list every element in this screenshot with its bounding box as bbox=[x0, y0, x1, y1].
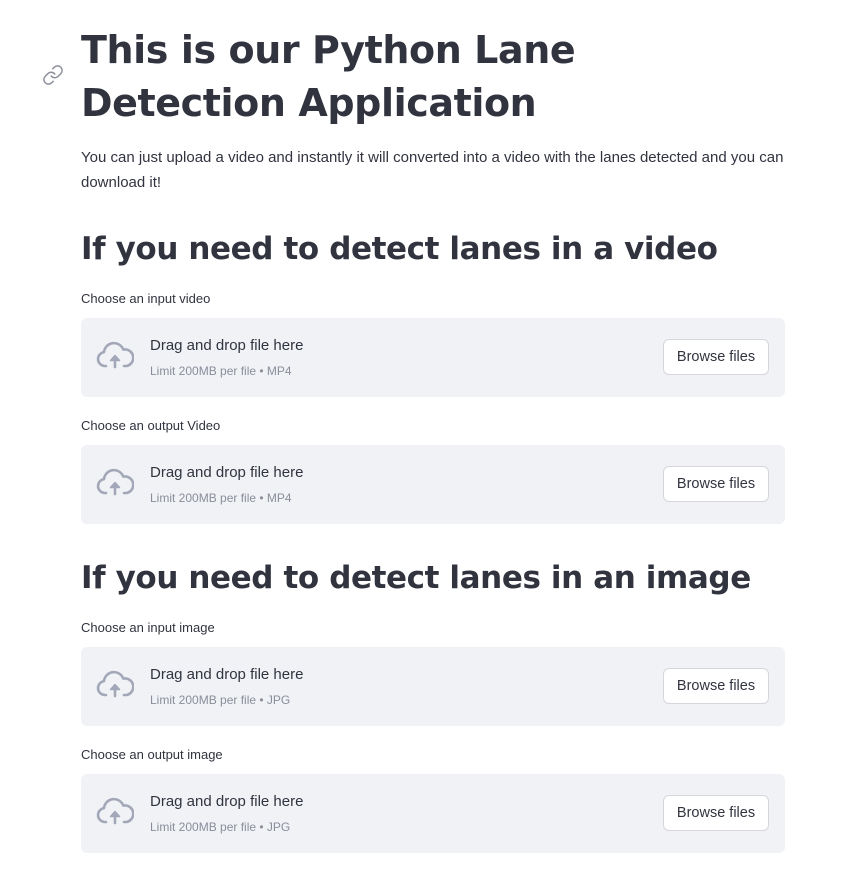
link-icon[interactable] bbox=[42, 64, 64, 86]
dropzone-limit-text: Limit 200MB per file • JPG bbox=[150, 693, 291, 707]
input-video-dropzone[interactable]: Drag and drop file here Limit 200MB per … bbox=[81, 318, 785, 397]
output-video-label: Choose an output Video bbox=[81, 418, 221, 433]
app-page: This is our Python Lane Detection Applic… bbox=[0, 0, 860, 884]
browse-files-button[interactable]: Browse files bbox=[663, 466, 769, 502]
dropzone-limit-text: Limit 200MB per file • MP4 bbox=[150, 364, 292, 378]
image-section-heading: If you need to detect lanes in an image bbox=[81, 560, 751, 596]
browse-files-button[interactable]: Browse files bbox=[663, 795, 769, 831]
video-section-heading: If you need to detect lanes in a video bbox=[81, 231, 718, 267]
dropzone-limit-text: Limit 200MB per file • MP4 bbox=[150, 491, 292, 505]
intro-text: You can just upload a video and instantl… bbox=[81, 149, 784, 191]
output-image-label: Choose an output image bbox=[81, 747, 223, 762]
input-image-label: Choose an input image bbox=[81, 620, 215, 635]
dropzone-instructions: Drag and drop file here bbox=[150, 464, 304, 481]
dropzone-instructions: Drag and drop file here bbox=[150, 666, 304, 683]
cloud-upload-icon bbox=[96, 669, 134, 701]
browse-files-button[interactable]: Browse files bbox=[663, 339, 769, 375]
dropzone-limit-text: Limit 200MB per file • JPG bbox=[150, 820, 291, 834]
dropzone-instructions: Drag and drop file here bbox=[150, 793, 304, 810]
cloud-upload-icon bbox=[96, 340, 134, 372]
page-title: This is our Python Lane Detection Applic… bbox=[81, 28, 576, 125]
cloud-upload-icon bbox=[96, 467, 134, 499]
input-video-label: Choose an input video bbox=[81, 291, 211, 306]
dropzone-instructions: Drag and drop file here bbox=[150, 337, 304, 354]
browse-files-button[interactable]: Browse files bbox=[663, 668, 769, 704]
output-video-dropzone[interactable]: Drag and drop file here Limit 200MB per … bbox=[81, 445, 785, 524]
cloud-upload-icon bbox=[96, 796, 134, 828]
output-image-dropzone[interactable]: Drag and drop file here Limit 200MB per … bbox=[81, 774, 785, 853]
input-image-dropzone[interactable]: Drag and drop file here Limit 200MB per … bbox=[81, 647, 785, 726]
